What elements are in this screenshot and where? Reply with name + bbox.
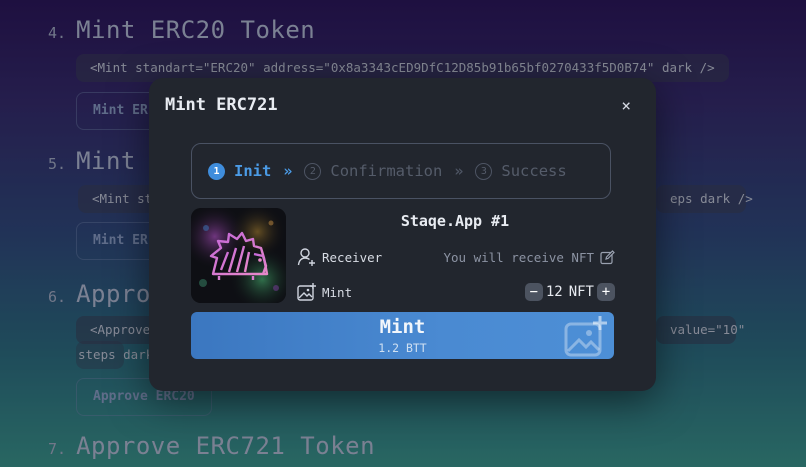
quantity-value: 12: [545, 284, 563, 300]
mint-erc721-modal: Mint ERC721 × 1 Init » 2 Confirmation » …: [149, 78, 656, 391]
step-confirmation: 2 Confirmation: [304, 162, 442, 180]
chevron-double-right-icon: »: [283, 162, 293, 180]
nft-name: Staqe.App #1: [400, 212, 510, 230]
hedgehog-nft-artwork: [191, 208, 286, 303]
mint-button-label: Mint: [379, 316, 426, 338]
step-number-2: 2: [304, 162, 322, 180]
step-label-init: Init: [234, 162, 272, 180]
decrement-button[interactable]: −: [524, 283, 543, 301]
chevron-double-right-icon: »: [454, 162, 464, 180]
mint-button[interactable]: Mint 1.2 BTT: [191, 312, 614, 359]
step-success: 3 Success: [475, 162, 567, 180]
step-progress: 1 Init » 2 Confirmation » 3 Success: [191, 143, 611, 199]
step-label-success: Success: [501, 162, 567, 180]
user-add-icon: [297, 248, 315, 266]
step-label-confirmation: Confirmation: [330, 162, 443, 180]
image-add-icon: [564, 316, 607, 357]
modal-title: Mint ERC721: [165, 95, 278, 115]
step-number-1: 1: [208, 162, 225, 180]
mint-button-price: 1.2 BTT: [378, 341, 427, 355]
mint-label: Mint: [322, 284, 353, 300]
increment-button[interactable]: +: [597, 283, 615, 301]
mint-quantity-row: Mint − 12 NFT +: [297, 282, 615, 302]
receiver-value: You will receive NFT: [443, 249, 594, 265]
receiver-row: Receiver You will receive NFT: [297, 247, 615, 267]
image-add-icon: [297, 283, 316, 301]
quantity-unit: NFT: [568, 284, 594, 300]
step-number-3: 3: [475, 162, 493, 180]
edit-icon[interactable]: [600, 249, 615, 265]
step-init: 1 Init: [208, 162, 271, 180]
close-icon[interactable]: ×: [621, 96, 631, 115]
receiver-label: Receiver: [322, 249, 383, 265]
nft-image: [191, 208, 286, 303]
